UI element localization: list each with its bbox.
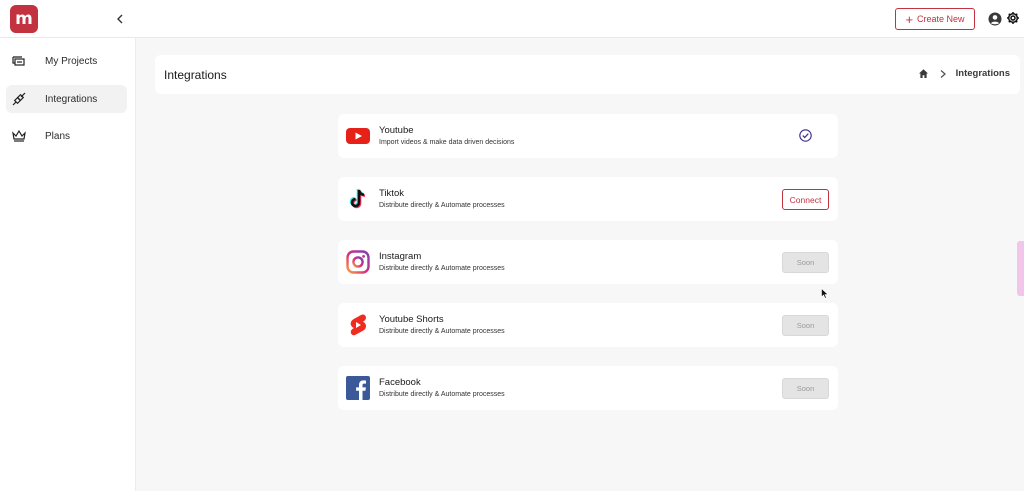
sidebar-item-label: Plans: [45, 130, 71, 142]
facebook-logo-icon: [346, 376, 370, 400]
scrollbar-handle[interactable]: [1017, 241, 1024, 296]
sidebar-item-label: My Projects: [45, 55, 98, 67]
integration-name: Facebook: [379, 377, 421, 388]
sidebar-item-label: Integrations: [45, 93, 98, 105]
crown-icon: [12, 129, 26, 142]
integration-name: Youtube Shorts: [379, 314, 444, 325]
integration-name: Youtube: [379, 125, 414, 136]
integrations-plug-icon: [12, 92, 26, 106]
sidebar-item-plans[interactable]: Plans: [6, 122, 127, 150]
tiktok-logo-icon: [349, 188, 366, 209]
breadcrumb: Integrations: [918, 68, 1010, 79]
collapse-sidebar-button[interactable]: [112, 10, 128, 28]
connect-tiktok-button[interactable]: Connect: [782, 189, 829, 210]
page-header: Integrations Integrations: [155, 55, 1020, 94]
integration-description: Distribute directly & Automate processes: [379, 202, 505, 209]
soon-badge: Soon: [782, 378, 829, 399]
integration-card-youtube-shorts: Youtube Shorts Distribute directly & Aut…: [338, 303, 838, 347]
chevron-left-icon: [117, 14, 123, 24]
integration-card-facebook: Facebook Distribute directly & Automate …: [338, 366, 838, 410]
integration-description: Import videos & make data driven decisio…: [379, 139, 515, 146]
user-circle-icon[interactable]: [988, 12, 1002, 26]
mouse-cursor-icon: [821, 288, 829, 299]
create-new-label: Create New: [917, 14, 965, 24]
projects-stack-icon: [12, 56, 25, 66]
gear-icon[interactable]: [1006, 11, 1020, 25]
integration-card-instagram: Instagram Distribute directly & Automate…: [338, 240, 838, 284]
integration-description: Distribute directly & Automate processes: [379, 328, 505, 335]
integration-description: Distribute directly & Automate processes: [379, 391, 505, 398]
integration-name: Instagram: [379, 251, 422, 262]
top-bar: m + Create New: [0, 0, 1024, 38]
sidebar-item-my-projects[interactable]: My Projects: [6, 47, 127, 75]
page-title: Integrations: [164, 68, 227, 82]
sidebar: My Projects Integrations Plans: [0, 38, 136, 491]
integration-card-tiktok: Tiktok Distribute directly & Automate pr…: [338, 177, 838, 221]
integration-description: Distribute directly & Automate processes: [379, 265, 505, 272]
soon-badge: Soon: [782, 315, 829, 336]
chevron-right-icon: [940, 69, 946, 78]
youtube-shorts-logo-icon: [350, 314, 367, 336]
plus-icon: +: [905, 11, 914, 27]
breadcrumb-current: Integrations: [955, 68, 1010, 79]
integration-name: Tiktok: [379, 188, 404, 199]
instagram-logo-icon: [346, 250, 370, 274]
check-circle-icon: [799, 129, 812, 142]
app-logo[interactable]: m: [10, 5, 38, 33]
soon-badge: Soon: [782, 252, 829, 273]
create-new-button[interactable]: + Create New: [895, 8, 975, 30]
home-icon[interactable]: [918, 68, 929, 79]
integration-card-youtube: Youtube Import videos & make data driven…: [338, 114, 838, 158]
sidebar-item-integrations[interactable]: Integrations: [6, 85, 127, 113]
youtube-logo-icon: [346, 128, 370, 144]
